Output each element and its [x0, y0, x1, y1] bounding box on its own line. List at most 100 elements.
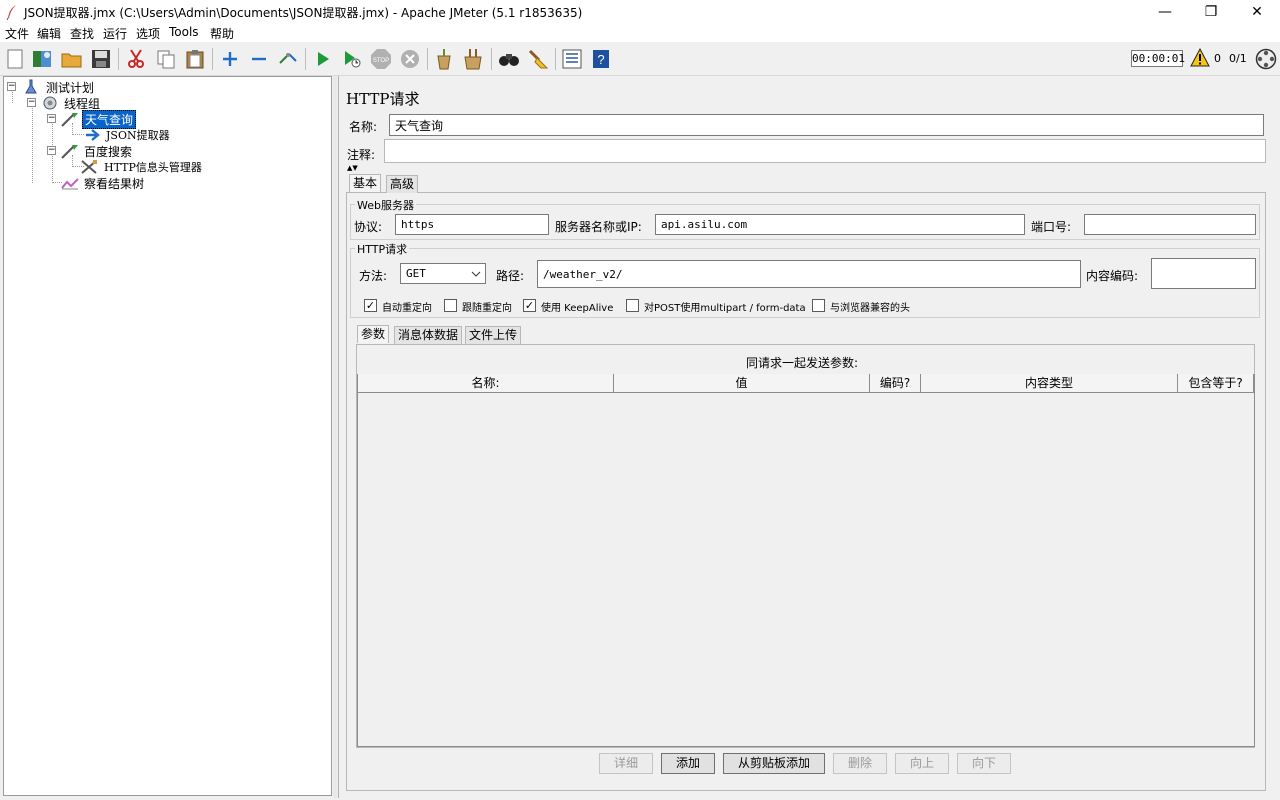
tree-node-json-extractor[interactable]: JSON提取器 [84, 127, 172, 143]
tab-file-upload[interactable]: 文件上传 [465, 326, 522, 344]
path-field[interactable]: /weather_v2/ [537, 260, 1081, 288]
cut-icon[interactable] [125, 48, 147, 70]
tree-expander[interactable]: − [47, 114, 56, 123]
menu-search[interactable]: 查找 [70, 25, 94, 42]
svg-text:?: ? [597, 52, 604, 67]
menu-tools[interactable]: Tools [169, 25, 199, 39]
move-up-button[interactable]: 向上 [895, 753, 949, 774]
tab-body-data[interactable]: 消息体数据 [394, 326, 463, 344]
sampler-icon [61, 113, 78, 127]
tree-node-weather-query[interactable]: 天气查询 [60, 109, 137, 129]
clear-all-icon[interactable] [462, 48, 484, 70]
method-select[interactable]: GET [400, 263, 486, 284]
toolbar-separator [491, 48, 492, 70]
server-label: 服务器名称或IP: [555, 220, 642, 234]
browser-headers-checkbox[interactable] [812, 299, 825, 312]
params-caption: 同请求一起发送参数: [746, 356, 859, 370]
tree-node-label: HTTP信息头管理器 [104, 161, 202, 174]
toolbar-separator [305, 48, 306, 70]
toggle-icon[interactable] [277, 48, 299, 70]
open-icon[interactable] [61, 48, 83, 70]
menu-help[interactable]: 帮助 [210, 25, 234, 42]
new-icon[interactable] [4, 48, 26, 70]
column-header-encode[interactable]: 编码? [870, 374, 921, 393]
save-icon[interactable] [90, 48, 112, 70]
multipart-checkbox[interactable] [626, 299, 639, 312]
test-plan-tree[interactable]: − − − − 测试计划 线程组 天气查询 JSON提取器 百度搜索 HTTP信… [3, 76, 332, 796]
menu-edit[interactable]: 编辑 [37, 25, 61, 42]
restore-button[interactable]: ❐ [1188, 0, 1234, 24]
tree-node-label: 天气查询 [82, 109, 137, 129]
warning-icon[interactable] [1190, 47, 1210, 68]
params-table[interactable] [357, 374, 1255, 747]
detail-button[interactable]: 详细 [599, 753, 653, 774]
minimize-button[interactable]: — [1142, 0, 1188, 24]
extractor-icon [86, 129, 100, 141]
port-field[interactable] [1084, 214, 1256, 235]
reset-search-icon[interactable] [527, 48, 549, 70]
server-field[interactable]: api.asilu.com [655, 214, 1025, 235]
comment-label: 注释: [347, 148, 376, 162]
collapse-arrows-icon[interactable]: ▲▼ [347, 164, 371, 172]
toolbar-separator [427, 48, 428, 70]
shutdown-icon[interactable] [399, 48, 421, 70]
port-label: 端口号: [1031, 220, 1072, 234]
config-icon [81, 160, 97, 174]
expand-icon[interactable] [219, 48, 241, 70]
tree-expander[interactable]: − [47, 146, 56, 155]
tree-node-test-plan[interactable]: 测试计划 [22, 79, 96, 95]
menu-file[interactable]: 文件 [5, 25, 29, 42]
tab-parameters[interactable]: 参数 [357, 325, 390, 343]
column-header-include-equals[interactable]: 包含等于? [1178, 374, 1254, 393]
templates-icon[interactable] [32, 48, 54, 70]
move-down-button[interactable]: 向下 [957, 753, 1011, 774]
panel-splitter[interactable] [333, 76, 337, 798]
column-header-value[interactable]: 值 [614, 374, 870, 393]
follow-redirect-label: 跟随重定向 [462, 303, 512, 314]
start-no-pause-icon[interactable] [341, 48, 363, 70]
function-helper-icon[interactable] [561, 48, 583, 70]
jmeter-feather-icon [6, 5, 16, 20]
keepalive-label: 使用 KeepAlive [541, 303, 614, 314]
name-field[interactable]: 天气查询 [389, 114, 1264, 136]
listener-icon [61, 178, 79, 190]
paste-icon[interactable] [184, 48, 206, 70]
tab-advanced[interactable]: 高级 [386, 175, 419, 193]
keepalive-checkbox[interactable]: ✓ [523, 299, 536, 312]
add-button[interactable]: 添加 [661, 753, 715, 774]
encoding-label: 内容编码: [1086, 269, 1139, 283]
search-icon[interactable] [498, 48, 520, 70]
delete-button[interactable]: 删除 [833, 753, 887, 774]
tree-node-results-tree[interactable]: 察看结果树 [60, 175, 146, 191]
auto-redirect-label: 自动重定向 [382, 303, 432, 314]
toolbar: STOP ? 00:00:01 0 0/1 [0, 42, 1280, 76]
help-icon[interactable]: ? [590, 48, 612, 70]
start-icon[interactable] [312, 48, 334, 70]
clear-icon[interactable] [433, 48, 455, 70]
tree-node-header-manager[interactable]: HTTP信息头管理器 [80, 159, 204, 175]
menu-options[interactable]: 选项 [136, 25, 160, 42]
close-button[interactable]: ✕ [1234, 0, 1280, 24]
method-label: 方法: [359, 269, 388, 283]
tree-node-label: 察看结果树 [84, 176, 145, 191]
window-title: JSON提取器.jmx (C:\Users\Admin\Documents\JS… [24, 6, 583, 20]
tree-node-label: 百度搜索 [84, 144, 133, 159]
encoding-field[interactable] [1151, 258, 1256, 289]
tree-node-baidu-search[interactable]: 百度搜索 [60, 143, 134, 159]
tree-expander[interactable]: − [7, 82, 16, 91]
menu-run[interactable]: 运行 [103, 25, 127, 42]
tree-expander[interactable]: − [27, 98, 36, 107]
auto-redirect-checkbox[interactable]: ✓ [364, 299, 377, 312]
comment-field[interactable] [384, 139, 1266, 163]
tab-basic[interactable]: 基本 [349, 174, 382, 192]
collapse-icon[interactable] [248, 48, 270, 70]
add-from-clipboard-button[interactable]: 从剪贴板添加 [723, 753, 825, 774]
column-header-name[interactable]: 名称: [358, 374, 614, 393]
copy-icon[interactable] [155, 48, 177, 70]
follow-redirect-checkbox[interactable] [444, 299, 457, 312]
protocol-field[interactable]: https [395, 214, 549, 235]
stop-icon[interactable]: STOP [370, 48, 392, 70]
tree-connector [32, 103, 33, 183]
tree-node-label: 测试计划 [46, 80, 95, 95]
column-header-content-type[interactable]: 内容类型 [921, 374, 1178, 393]
